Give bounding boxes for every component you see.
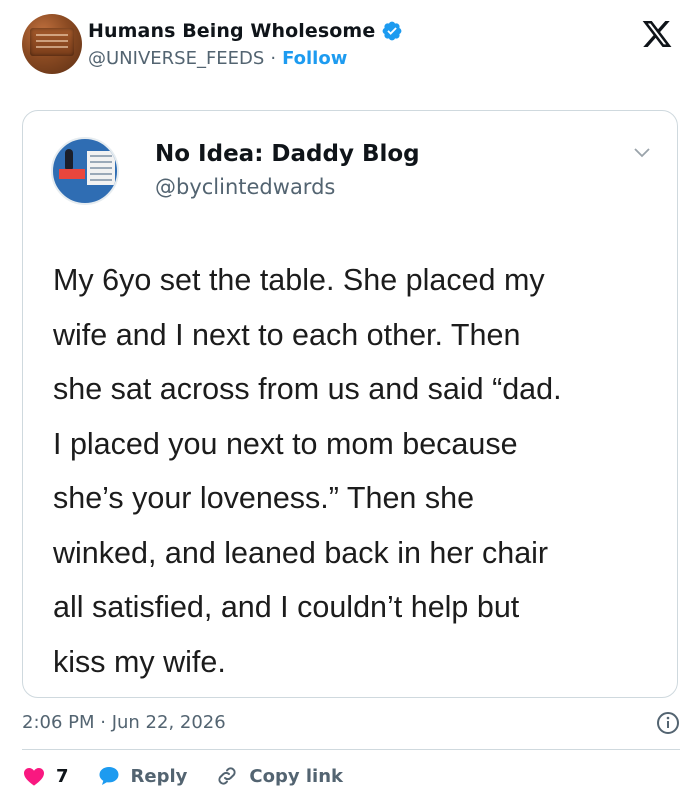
avatar-document-image <box>87 151 115 185</box>
quoted-account-avatar[interactable] <box>51 137 119 205</box>
info-icon[interactable] <box>656 711 680 735</box>
heart-icon <box>24 768 44 786</box>
copy-link-label: Copy link <box>249 765 343 787</box>
like-button[interactable]: 7 <box>22 764 69 788</box>
like-count: 7 <box>56 765 69 787</box>
account-handle[interactable]: @UNIVERSE_FEEDS <box>88 48 264 69</box>
tweet-actions: 7 Reply Copy link <box>22 762 343 790</box>
reply-button[interactable]: Reply <box>97 764 188 788</box>
quoted-handle[interactable]: @byclintedwards <box>155 175 335 199</box>
avatar-plaque-image <box>30 28 74 56</box>
quoted-display-name[interactable]: No Idea: Daddy Blog <box>155 141 420 167</box>
quoted-tweet-card[interactable]: No Idea: Daddy Blog @byclintedwards My 6… <box>22 110 678 698</box>
account-name-row: Humans Being Wholesome <box>88 20 403 42</box>
tweet-timestamp[interactable]: 2:06 PM · Jun 22, 2026 <box>22 712 226 733</box>
reply-bubble-icon <box>99 767 119 785</box>
separator-dot: · <box>270 48 277 69</box>
avatar-book-image <box>59 169 85 179</box>
copy-link-button[interactable]: Copy link <box>215 764 343 788</box>
reply-label: Reply <box>130 765 188 787</box>
account-display-name[interactable]: Humans Being Wholesome <box>88 20 375 42</box>
actions-divider <box>22 749 680 750</box>
follow-button[interactable]: Follow <box>282 48 347 69</box>
verified-badge-icon <box>382 21 402 41</box>
account-avatar[interactable] <box>22 14 82 74</box>
link-icon <box>218 767 236 785</box>
chevron-down-icon[interactable] <box>633 147 651 159</box>
account-handle-row: @UNIVERSE_FEEDS · Follow <box>88 48 347 69</box>
x-logo-icon[interactable] <box>640 18 674 50</box>
quoted-tweet-text: My 6yo set the table. She placed my wife… <box>53 263 562 679</box>
avatar-figure-image <box>65 149 73 169</box>
tweet-header: Humans Being Wholesome @UNIVERSE_FEEDS ·… <box>22 12 680 82</box>
